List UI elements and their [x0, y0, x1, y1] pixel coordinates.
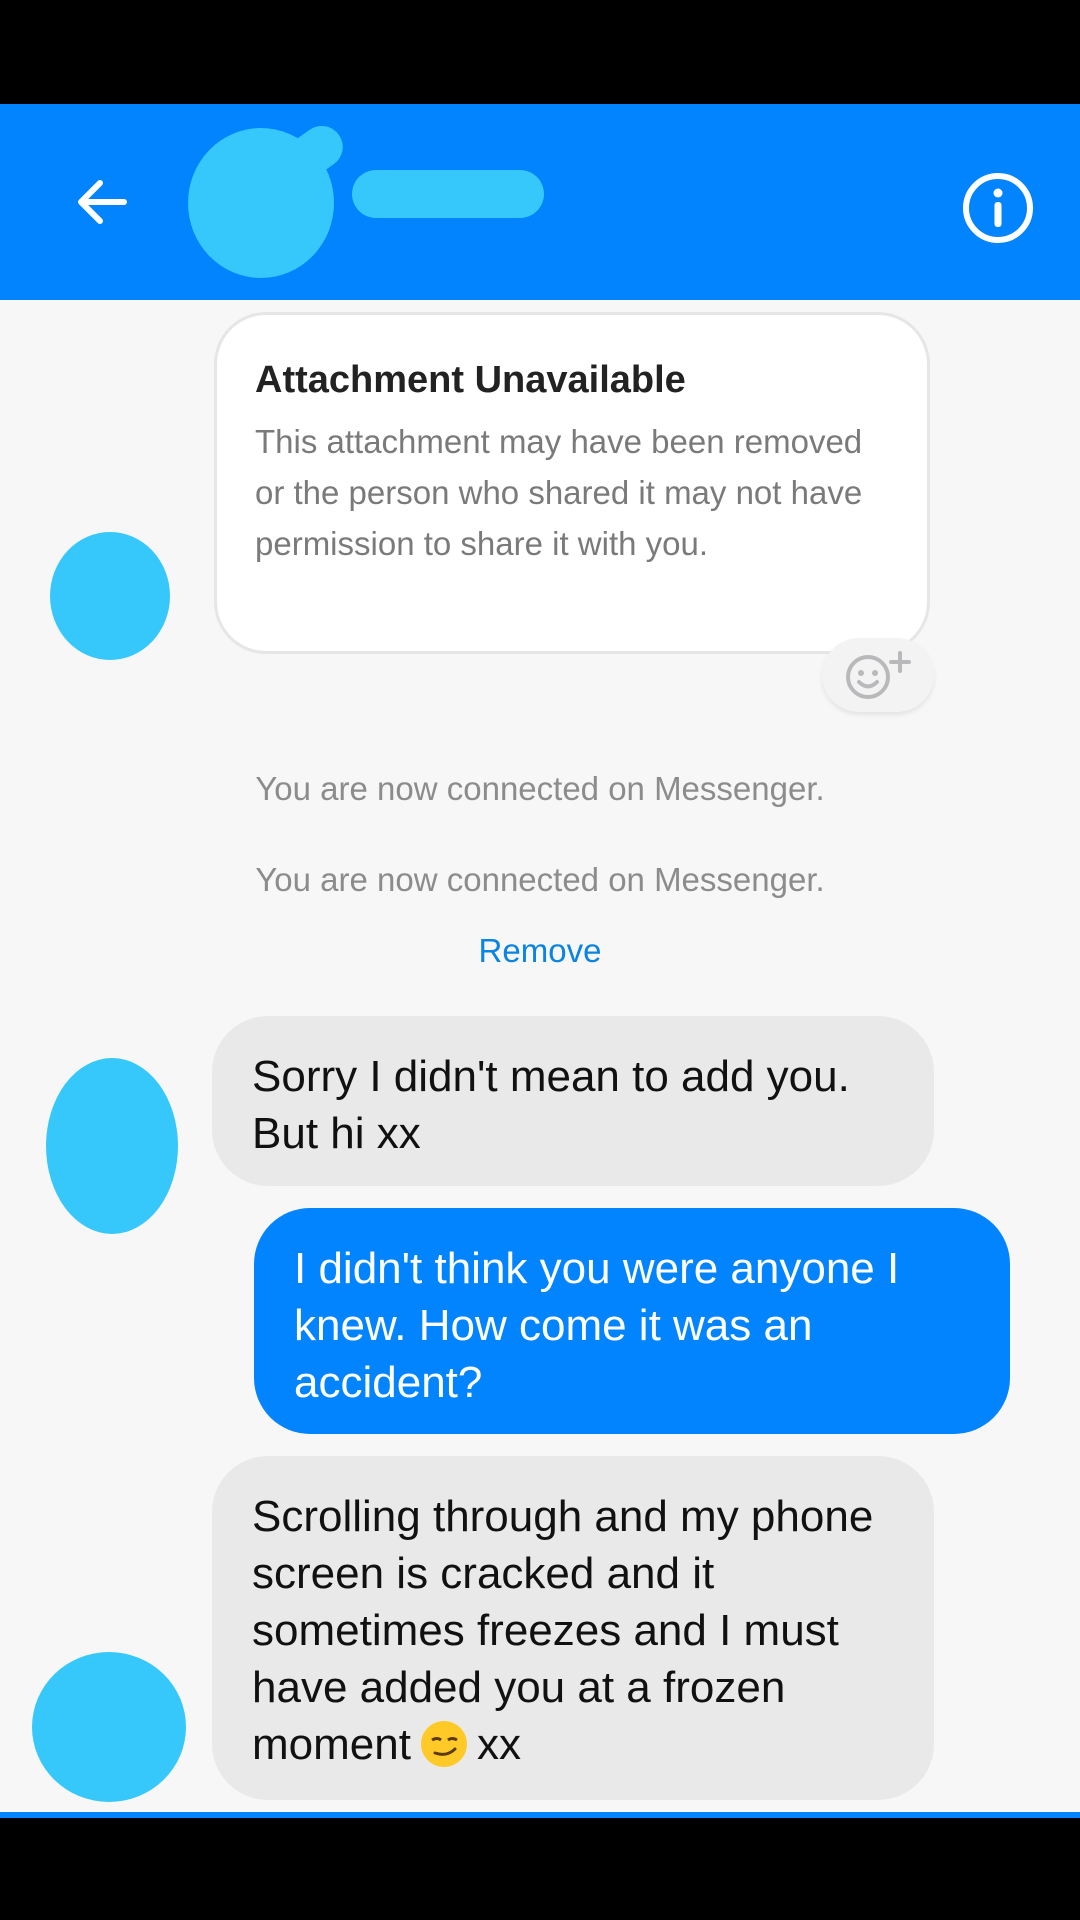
message-text: Scrolling through and my phone screen is…	[252, 1492, 874, 1769]
conversation-header	[0, 104, 1080, 300]
system-message: You are now connected on Messenger.	[255, 770, 825, 807]
message-text-tail: xx	[476, 1720, 521, 1769]
attachment-unavailable-card[interactable]: Attachment Unavailable This attachment m…	[214, 312, 930, 654]
card-body: This attachment may have been removed or…	[255, 423, 863, 562]
remove-link[interactable]: Remove	[0, 932, 1080, 970]
info-circle-icon	[963, 173, 1033, 243]
message-bubble-incoming[interactable]: Scrolling through and my phone screen is…	[212, 1456, 934, 1800]
add-reaction-button[interactable]	[822, 638, 934, 712]
smirking-face-emoji	[420, 1721, 467, 1767]
message-bubble-incoming[interactable]: Sorry I didn't mean to add you. But hi x…	[212, 1016, 934, 1186]
composer-divider	[0, 1812, 1080, 1818]
arrow-left-icon	[78, 180, 127, 224]
message-bubble-outgoing[interactable]: I didn't think you were anyone I knew. H…	[254, 1208, 1010, 1434]
contact-avatar-redacted[interactable]	[188, 128, 334, 278]
sender-avatar[interactable]	[32, 1652, 186, 1802]
add-reaction-icon	[846, 651, 911, 699]
message-text: Sorry I didn't mean to add you. But hi x…	[252, 1052, 850, 1158]
card-title: Attachment Unavailable	[255, 359, 686, 401]
message-text: I didn't think you were anyone I knew. H…	[294, 1244, 900, 1407]
system-message: You are now connected on Messenger.	[255, 861, 825, 898]
contact-name-redacted[interactable]	[352, 170, 544, 218]
sender-avatar[interactable]	[50, 532, 170, 660]
conversation-screen: Attachment Unavailable This attachment m…	[0, 104, 1080, 1818]
info-button[interactable]	[950, 160, 1046, 256]
back-button[interactable]	[54, 154, 150, 250]
sender-avatar[interactable]	[46, 1058, 178, 1234]
